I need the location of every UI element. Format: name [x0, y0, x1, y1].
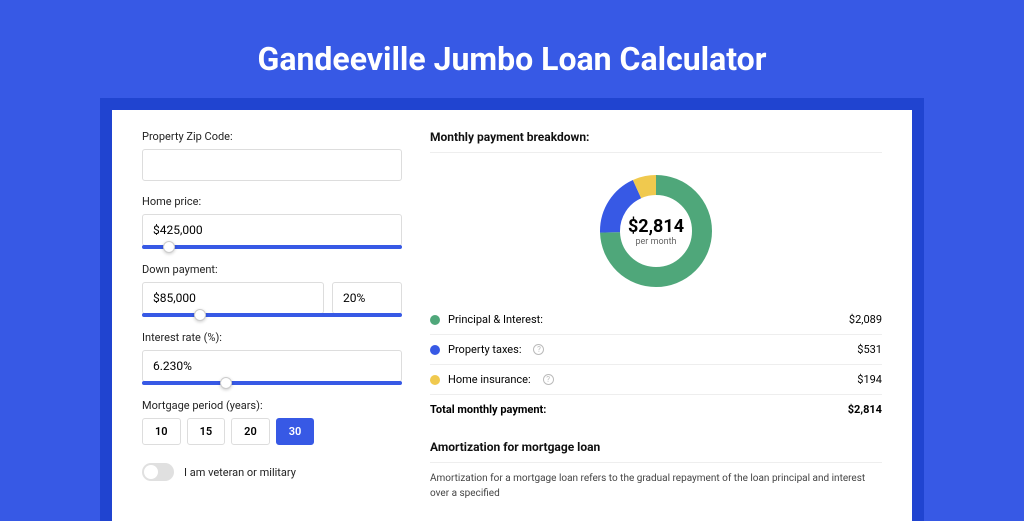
period-field: Mortgage period (years): 10152030	[142, 399, 402, 445]
breakdown-heading: Monthly payment breakdown:	[430, 130, 882, 153]
period-options: 10152030	[142, 418, 402, 445]
form-panel: Property Zip Code: Home price: Down paym…	[142, 130, 402, 501]
period-btn-20[interactable]: 20	[231, 418, 270, 445]
row-value: $2,089	[849, 313, 882, 326]
period-label: Mortgage period (years):	[142, 399, 402, 412]
period-btn-10[interactable]: 10	[142, 418, 181, 445]
period-btn-15[interactable]: 15	[187, 418, 226, 445]
donut-sub: per month	[635, 237, 676, 247]
donut-center: $2,814 per month	[596, 171, 716, 291]
price-input[interactable]	[142, 214, 402, 246]
zip-input[interactable]	[142, 149, 402, 181]
zip-label: Property Zip Code:	[142, 130, 402, 143]
legend-dot	[430, 375, 440, 385]
rate-label: Interest rate (%):	[142, 331, 402, 344]
legend-dot	[430, 315, 440, 325]
info-icon[interactable]: ?	[543, 374, 554, 385]
amort-section: Amortization for mortgage loan Amortizat…	[430, 440, 882, 501]
price-field: Home price:	[142, 195, 402, 249]
row-value: $194	[857, 373, 882, 386]
veteran-toggle[interactable]	[142, 463, 174, 481]
total-label: Total monthly payment:	[430, 403, 546, 416]
dp-field: Down payment:	[142, 263, 402, 317]
page-title: Gandeeville Jumbo Loan Calculator	[0, 40, 1024, 78]
rate-field: Interest rate (%):	[142, 331, 402, 385]
info-icon[interactable]: ?	[533, 344, 544, 355]
row-value: $531	[857, 343, 882, 356]
row-label: Principal & Interest:	[448, 313, 543, 326]
price-slider[interactable]	[142, 245, 402, 249]
row-label: Home insurance:	[448, 373, 531, 386]
donut-amount: $2,814	[628, 216, 684, 237]
zip-field: Property Zip Code:	[142, 130, 402, 181]
total-row: Total monthly payment: $2,814	[430, 395, 882, 424]
amort-heading: Amortization for mortgage loan	[430, 440, 882, 463]
rate-slider[interactable]	[142, 381, 402, 385]
breakdown-row: Principal & Interest: $2,089	[430, 305, 882, 335]
total-value: $2,814	[848, 403, 882, 416]
card-shadow: Property Zip Code: Home price: Down paym…	[100, 98, 924, 521]
legend-dot	[430, 345, 440, 355]
rate-input[interactable]	[142, 350, 402, 382]
calculator-card: Property Zip Code: Home price: Down paym…	[112, 110, 912, 521]
price-label: Home price:	[142, 195, 402, 208]
breakdown-row: Home insurance:? $194	[430, 365, 882, 395]
dp-percent-input[interactable]	[332, 282, 402, 314]
breakdown-row: Property taxes:? $531	[430, 335, 882, 365]
veteran-label: I am veteran or military	[184, 466, 296, 479]
dp-slider[interactable]	[142, 313, 402, 317]
donut-chart: $2,814 per month	[430, 153, 882, 305]
row-label: Property taxes:	[448, 343, 521, 356]
amort-body: Amortization for a mortgage loan refers …	[430, 471, 882, 501]
veteran-row: I am veteran or military	[142, 463, 402, 481]
breakdown-panel: Monthly payment breakdown: $2,814 per mo…	[430, 130, 882, 501]
dp-label: Down payment:	[142, 263, 402, 276]
dp-amount-input[interactable]	[142, 282, 324, 314]
breakdown-rows: Principal & Interest: $2,089 Property taxe…	[430, 305, 882, 395]
period-btn-30[interactable]: 30	[276, 418, 315, 445]
